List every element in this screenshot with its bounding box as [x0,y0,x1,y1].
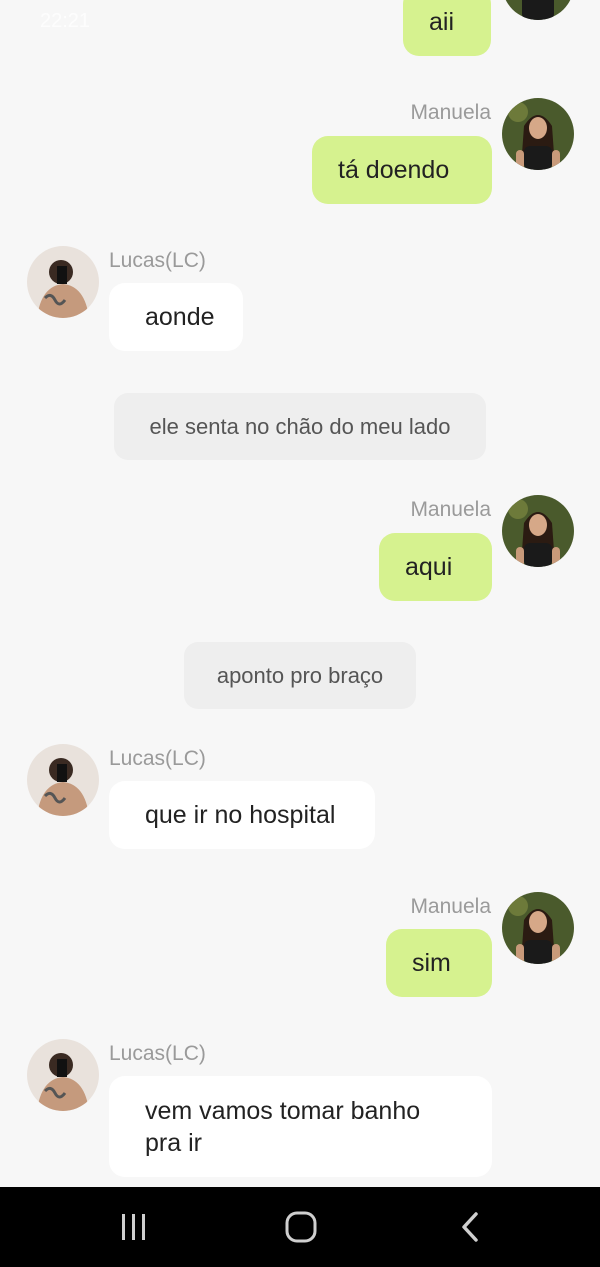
message-bubble-received: aonde [109,283,243,351]
avatar-manuela[interactable] [502,0,574,20]
sender-name: Manuela [410,101,491,124]
avatar-lucas[interactable] [27,744,99,816]
narration-bubble: ele senta no chão do meu lado [114,393,486,460]
narration-text: aponto pro braço [216,662,384,688]
sender-name: Lucas(LC) [109,249,206,272]
message-bubble-received: que ir no hospital [109,781,375,849]
sender-name: Lucas(LC) [109,1042,206,1065]
message-bubble-sent: aii [403,0,491,56]
sender-name: Manuela [410,895,491,918]
avatar-manuela[interactable] [502,892,574,964]
message-bubble-sent: tá doendo [312,136,492,204]
message-text: que ir no hospital [145,800,336,829]
message-bubble-received: vem vamos tomar banho pra ir [109,1076,492,1177]
recent-apps-icon[interactable] [114,1187,154,1267]
avatar-lucas[interactable] [27,246,99,318]
narration-text: ele senta no chão do meu lado [149,413,451,439]
back-icon[interactable] [452,1187,488,1267]
sender-name: Lucas(LC) [109,747,206,770]
message-text: aii [429,7,455,36]
system-navigation-bar [0,1187,600,1267]
narration-bubble: aponto pro braço [184,642,416,709]
message-bubble-sent: sim [386,929,492,997]
message-text: tá doendo [338,155,450,184]
message-text: aonde [145,302,215,331]
message-text: aqui [405,552,453,581]
message-text: vem vamos tomar banho pra ir [145,1096,421,1157]
avatar-manuela[interactable] [502,495,574,567]
sender-name: Manuela [410,498,491,521]
message-text: sim [412,948,451,977]
message-bubble-sent: aqui [379,533,492,601]
status-time: 22:21 [40,10,91,32]
avatar-lucas[interactable] [27,1039,99,1111]
avatar-manuela[interactable] [502,98,574,170]
home-icon[interactable] [280,1187,322,1267]
